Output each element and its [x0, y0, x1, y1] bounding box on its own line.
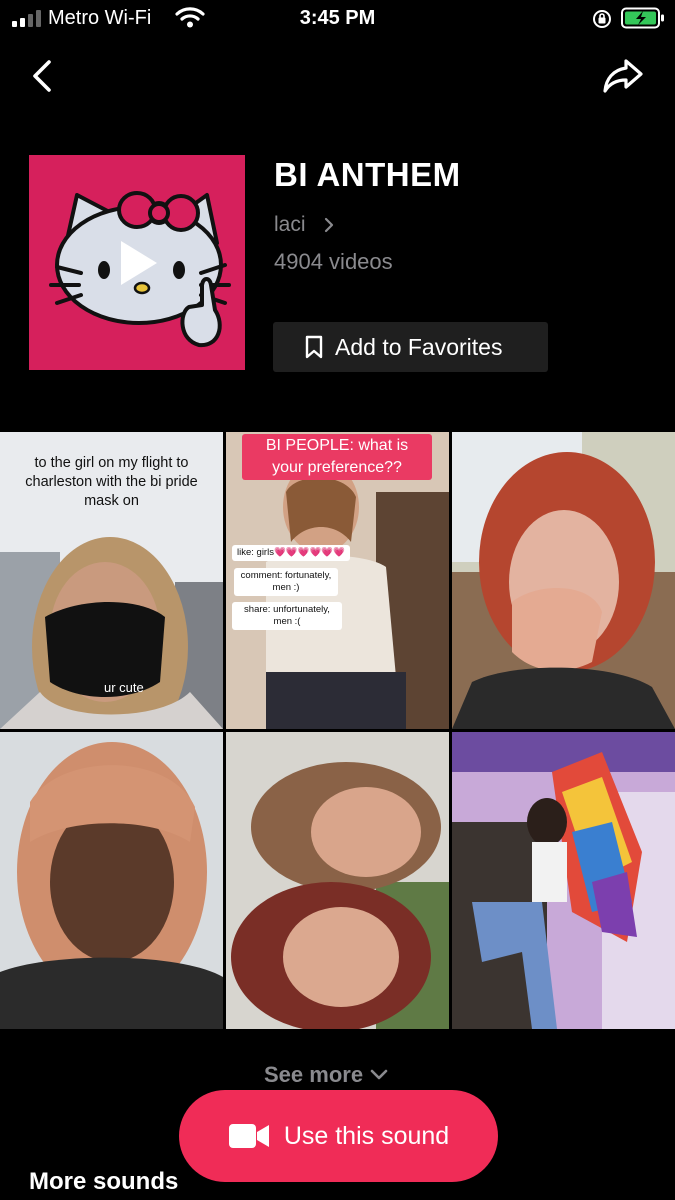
chevron-down-icon: [370, 1069, 388, 1080]
video-question-tag: BI PEOPLE: what is your preference??: [242, 434, 432, 480]
video-thumbnail-6[interactable]: [452, 732, 675, 1029]
more-sounds-heading: More sounds: [29, 1168, 179, 1195]
video-thumbnail-1[interactable]: to the girl on my flight to charleston w…: [0, 432, 223, 729]
video-camera-icon: [228, 1124, 269, 1148]
use-this-sound-button[interactable]: Use this sound: [179, 1090, 498, 1182]
see-more-label: See more: [264, 1062, 364, 1087]
video-thumbnail-image: [452, 732, 675, 1029]
battery-charging-icon: [621, 7, 664, 29]
video-overlay-text: ur cute: [104, 680, 144, 695]
video-thumbnail-image: [452, 432, 675, 729]
video-note: share: unfortunately, men :(: [232, 602, 342, 630]
video-thumbnail-5[interactable]: [226, 732, 449, 1029]
back-button[interactable]: [24, 56, 64, 96]
video-count: 4904 videos: [274, 249, 393, 274]
chevron-right-icon: [324, 217, 333, 233]
video-grid: to the girl on my flight to charleston w…: [0, 432, 675, 1029]
clock: 3:45 PM: [299, 7, 376, 29]
play-icon[interactable]: [117, 238, 161, 288]
video-thumbnail-3[interactable]: [452, 432, 675, 729]
artist-link[interactable]: laci: [274, 213, 336, 237]
video-thumbnail-4[interactable]: [0, 732, 223, 1029]
video-note: like: girls💗💗💗💗💗💗: [232, 545, 350, 561]
status-bar: Metro Wi-Fi 3:45 PM: [0, 0, 675, 40]
share-button[interactable]: [600, 52, 646, 98]
bookmark-icon: [305, 335, 323, 359]
video-thumbnail-image: [0, 732, 223, 1029]
video-note: comment: fortunately, men :): [234, 568, 338, 596]
see-more-button[interactable]: See more: [264, 1062, 389, 1088]
video-caption: to the girl on my flight to charleston w…: [25, 455, 198, 509]
add-to-favorites-button[interactable]: Add to Favorites: [273, 322, 548, 372]
orientation-lock-icon: [593, 10, 611, 28]
sound-title: BI ANTHEM: [274, 156, 461, 193]
video-thumbnail-2[interactable]: BI PEOPLE: what is your preference?? lik…: [226, 432, 449, 729]
use-this-sound-label: Use this sound: [283, 1121, 450, 1150]
add-to-favorites-label: Add to Favorites: [335, 333, 503, 360]
video-thumbnail-image: [226, 732, 449, 1029]
artist-name[interactable]: laci: [274, 213, 306, 237]
